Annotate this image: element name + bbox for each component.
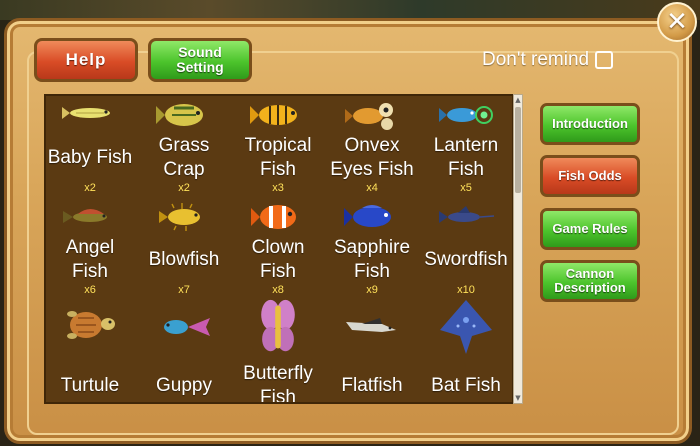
fish-odds-button[interactable]: Fish Odds: [540, 155, 640, 197]
clown-fish-icon: [251, 205, 296, 229]
sound-setting-label-line1: Sound: [178, 44, 222, 60]
fish-name: Swordfish: [424, 249, 508, 270]
fish-odds: x2: [178, 182, 190, 194]
dont-remind-checkbox[interactable]: [595, 51, 614, 69]
turtle-icon: [67, 311, 115, 339]
fish-odds: x3: [272, 182, 284, 194]
fish-name-line1: Angel: [65, 237, 115, 258]
fish-odds: x9: [366, 284, 378, 296]
fish-odds: x4: [366, 182, 378, 194]
game-rules-label: Game Rules: [552, 221, 628, 236]
tropical-fish-icon: [250, 105, 297, 125]
fish-name-line2: Crap: [163, 159, 205, 180]
fish-odds: x6: [84, 284, 96, 296]
fish-name-line2: Fish: [260, 261, 296, 282]
fish-name-line1: Grass: [158, 135, 210, 156]
guppy-icon: [164, 318, 210, 336]
fish-name-line1: Sapphire: [333, 237, 411, 258]
swordfish-icon: [439, 206, 495, 223]
scroll-thumb[interactable]: [515, 107, 521, 193]
fish-odds: x2: [84, 182, 96, 194]
help-button[interactable]: Help: [34, 38, 138, 82]
baby-fish-icon: [62, 107, 110, 119]
help-button-label: Help: [65, 50, 107, 69]
fish-name-line1: Onvex: [344, 135, 400, 156]
fish-odds-label: Fish Odds: [558, 168, 622, 183]
fish-name-line2: Fish: [260, 159, 296, 180]
fish-name: Flatfish: [341, 375, 403, 396]
fish-name-line2: Fish: [72, 261, 108, 282]
flatfish-icon: [346, 318, 396, 332]
fish-name-line2: Fish: [354, 261, 390, 282]
fish-odds: x5: [460, 182, 472, 194]
scroll-down-arrow-icon[interactable]: ▼: [514, 393, 522, 403]
fish-odds: x10: [457, 284, 475, 296]
game-rules-button[interactable]: Game Rules: [540, 208, 640, 250]
fish-name: Turtule: [60, 375, 120, 396]
fish-name: Blowfish: [148, 249, 220, 270]
introduction-label: Introduction: [552, 116, 628, 131]
bat-fish-icon: [440, 300, 492, 354]
close-button[interactable]: ✕: [657, 2, 697, 42]
grid-scrollbar[interactable]: ▲ ▼: [513, 94, 523, 404]
fish-odds: x8: [272, 284, 284, 296]
introduction-button[interactable]: Introduction: [540, 103, 640, 145]
sound-setting-label-line2: Setting: [176, 59, 224, 75]
fish-name-line2: Fish: [448, 159, 484, 180]
cannon-description-button[interactable]: Cannon Description: [540, 260, 640, 302]
onvex-eyes-fish-icon: [345, 103, 393, 130]
fish-name-line1: Tropical: [244, 135, 312, 156]
fish-name-line2: Eyes Fish: [330, 159, 414, 180]
dont-remind-option[interactable]: Don't remind: [482, 48, 614, 72]
fish-name: Guppy: [156, 375, 212, 396]
dont-remind-label: Don't remind: [482, 49, 590, 70]
angel-fish-icon: [63, 209, 107, 223]
close-icon: ✕: [666, 7, 688, 37]
sapphire-fish-icon: [344, 205, 391, 227]
fish-name: Baby Fish: [47, 147, 133, 168]
fish-name: Bat Fish: [431, 375, 501, 396]
fish-odds: x7: [178, 284, 190, 296]
fish-name-line1: Clown: [251, 237, 305, 258]
fish-name-line1: Butterfly: [243, 363, 313, 384]
fish-name-line1: Lantern: [433, 135, 499, 156]
sound-setting-button[interactable]: Sound Setting: [148, 38, 252, 82]
fish-name-line2: Fish: [260, 387, 296, 404]
cannon-label-line1: Cannon: [565, 266, 615, 281]
scroll-up-arrow-icon[interactable]: ▲: [514, 95, 522, 105]
lantern-fish-icon: [439, 106, 493, 124]
background-scene: [0, 0, 700, 20]
cannon-label-line2: Description: [554, 280, 626, 295]
blowfish-icon: [159, 203, 200, 231]
grass-crap-icon: [156, 104, 203, 126]
butterfly-fish-icon: [261, 299, 295, 352]
fish-odds-grid[interactable]: Baby Fish x2 Grass Crap x2 Tropical Fish…: [44, 94, 514, 404]
